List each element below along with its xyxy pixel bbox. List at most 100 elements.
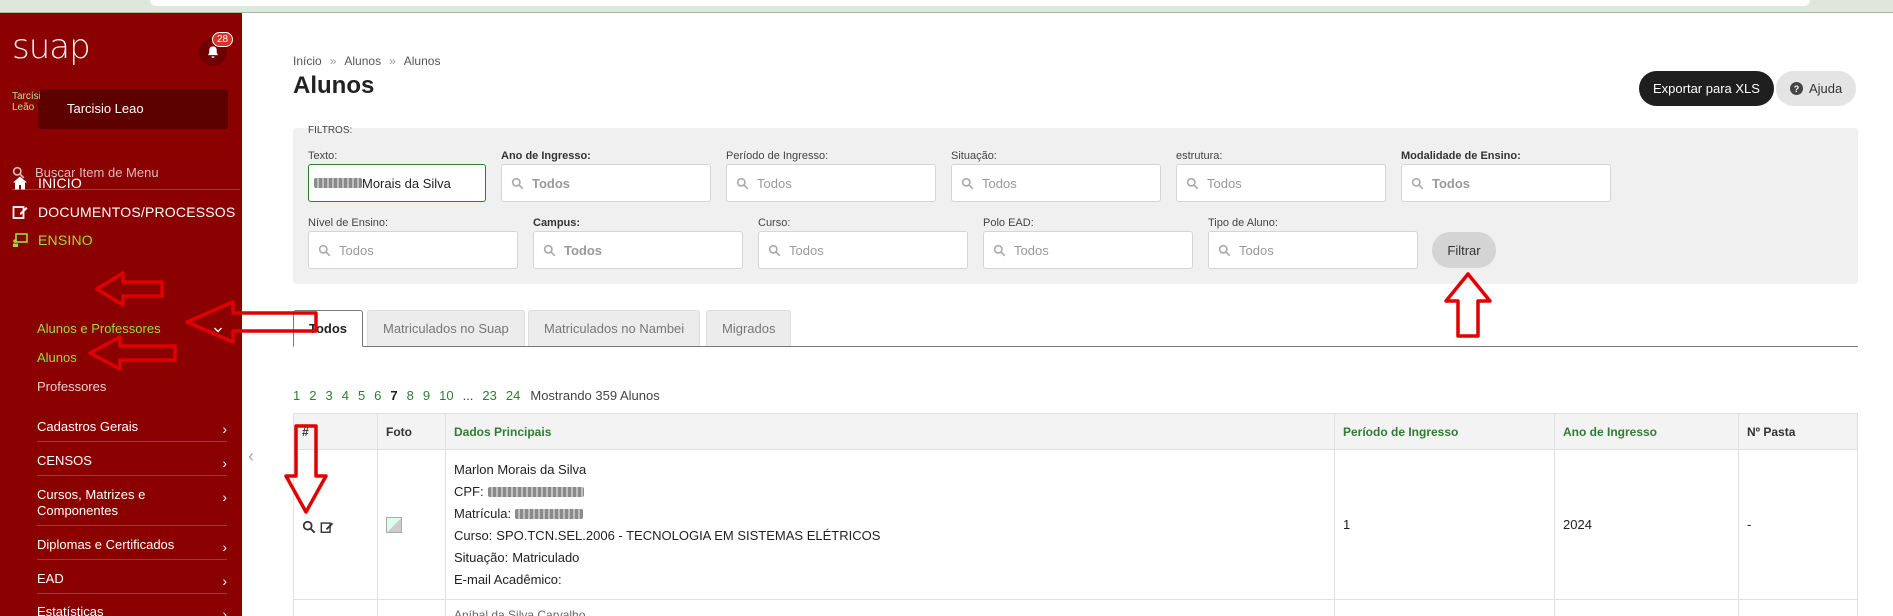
filter-situacao-select[interactable]: Todos [951,164,1161,202]
tabs-divider [293,346,1858,347]
filter-estrutura-select[interactable]: Todos [1176,164,1386,202]
chevron-right-icon: › [222,455,227,471]
students-table: # Foto Dados Principais Período de Ingre… [293,413,1858,616]
filter-curso-label: Curso: [758,217,791,229]
periodo-cell: 1 [1334,449,1555,600]
filter-curso-select[interactable]: Todos [758,231,968,269]
filter-campus-select[interactable]: Todos [533,231,743,269]
filter-tipo-select[interactable]: Todos [1208,231,1418,269]
category-censos[interactable]: CENSOS › [37,453,227,476]
filter-ano-ingresso-select[interactable]: Todos [501,164,711,202]
avatar[interactable]: Tarcísio Leão [12,91,40,131]
chevron-down-icon[interactable] [213,325,223,335]
collapse-sidebar-chevron-icon[interactable]: ‹ [248,446,254,467]
user-name[interactable]: Tarcisio Leao [67,101,144,116]
filter-texto-input[interactable]: Morais da Silva [308,164,486,202]
tab-matriculados-nambei[interactable]: Matriculados no Nambei [528,310,701,346]
notifications-button[interactable]: 28 [199,32,234,66]
url-bar[interactable] [150,0,1810,6]
filter-modalidade-select[interactable]: Todos [1401,164,1611,202]
chevron-right-icon: › [222,606,227,616]
category-diplomas[interactable]: Diplomas e Certificados › [37,537,227,560]
bell-icon [207,46,219,58]
table-row: Marlon Morais da Silva CPF: Matrícula: C… [293,449,1858,600]
page-link[interactable]: 2 [309,388,316,403]
col-header-periodo[interactable]: Período de Ingresso [1334,413,1555,450]
page-link[interactable]: 10 [439,388,453,403]
situacao-label: Situação: [454,549,509,565]
category-estatisticas[interactable]: Estatísticas › [37,604,227,616]
filter-polo-label: Polo EAD: [983,217,1034,229]
filter-placeholder: Todos [1207,175,1242,191]
search-icon [318,244,331,256]
help-button[interactable]: ? Ajuda [1776,71,1857,106]
page-link[interactable]: 8 [407,388,414,403]
suap-logo[interactable]: suap [12,27,91,67]
nav-ensino[interactable]: ENSINO [12,232,93,248]
view-search-icon[interactable] [302,520,316,534]
student-name[interactable]: Marlon Morais da Silva [454,459,1334,481]
filter-placeholder: Todos [1432,175,1471,191]
filter-polo-select[interactable]: Todos [983,231,1193,269]
nav-inicio[interactable]: INÍCIO [12,175,82,191]
page-link[interactable]: 5 [358,388,365,403]
photo-cell [377,449,446,600]
table-header-row: # Foto Dados Principais Período de Ingre… [293,413,1858,450]
submenu-alunos[interactable]: Alunos [37,350,77,365]
category-cursos-matrizes[interactable]: Cursos, Matrizes e Componentes › [37,487,227,526]
filter-tipo-label: Tipo de Aluno: [1208,217,1278,229]
page-link[interactable]: 24 [506,388,520,403]
edit-icon[interactable] [320,520,334,534]
tab-todos[interactable]: Todos [293,310,364,347]
filter-periodo-select[interactable]: Todos [726,164,936,202]
filter-placeholder: Todos [789,242,824,258]
category-ead[interactable]: EAD › [37,571,227,594]
help-label: Ajuda [1809,81,1843,96]
breadcrumb-current: Alunos [403,54,441,68]
curso-label: Curso: [454,527,493,543]
breadcrumb-inicio[interactable]: Início [293,54,322,68]
submenu-professores[interactable]: Professores [37,379,106,394]
curso-value: SPO.TCN.SEL.2006 - TECNOLOGIA EM SISTEMA… [496,527,881,543]
filter-button[interactable]: Filtrar [1432,232,1496,268]
ano-cell: 2024 [1554,449,1739,600]
breadcrumb: Início » Alunos » Alunos [293,54,440,68]
pagination: 1 2 3 4 5 6 7 8 9 10 ... 23 24 Mostrando… [293,388,660,403]
submenu-alunos-professores[interactable]: Alunos e Professores [37,321,161,336]
page-link[interactable]: 4 [342,388,349,403]
page-link[interactable]: 3 [325,388,332,403]
nav-inicio-label: INÍCIO [38,175,82,191]
nav-documentos[interactable]: DOCUMENTOS/PROCESSOS [12,204,235,220]
page-link[interactable]: 1 [293,388,300,403]
nav-ensino-label: ENSINO [38,232,93,248]
breadcrumb-alunos[interactable]: Alunos [344,54,381,68]
home-icon [13,176,27,190]
export-xls-button[interactable]: Exportar para XLS [1639,71,1774,106]
breadcrumb-separator: » [389,54,396,68]
filter-periodo-label: Período de Ingresso: [726,150,829,162]
filter-nivel-select[interactable]: Todos [308,231,518,269]
tab-matriculados-suap[interactable]: Matriculados no Suap [367,310,525,346]
page-link[interactable]: 6 [374,388,381,403]
filter-placeholder: Todos [339,242,374,258]
category-label: Estatísticas [37,604,104,616]
table-row: Aníbal da Silva Carvalho [293,599,1858,616]
teacher-board-icon [13,233,28,247]
col-header-foto: Foto [377,413,446,450]
col-header-ano[interactable]: Ano de Ingresso [1554,413,1739,450]
search-icon [993,244,1006,256]
chevron-right-icon: › [222,489,227,505]
col-header-index: # [293,413,378,450]
filter-placeholder: Todos [1014,242,1049,258]
col-header-dados[interactable]: Dados Principais [445,413,1335,450]
filter-placeholder: Todos [564,242,603,258]
filter-nivel-label: Nível de Ensino: [308,217,389,229]
page-link[interactable]: 23 [482,388,496,403]
student-name-partial[interactable]: Aníbal da Silva Carvalho [454,608,585,616]
search-icon [736,177,749,189]
page-link[interactable]: 9 [423,388,430,403]
category-cadastros-gerais[interactable]: Cadastros Gerais › [37,419,227,442]
search-icon [1186,177,1199,189]
tab-migrados[interactable]: Migrados [706,310,792,346]
row-actions-cell [293,449,378,600]
